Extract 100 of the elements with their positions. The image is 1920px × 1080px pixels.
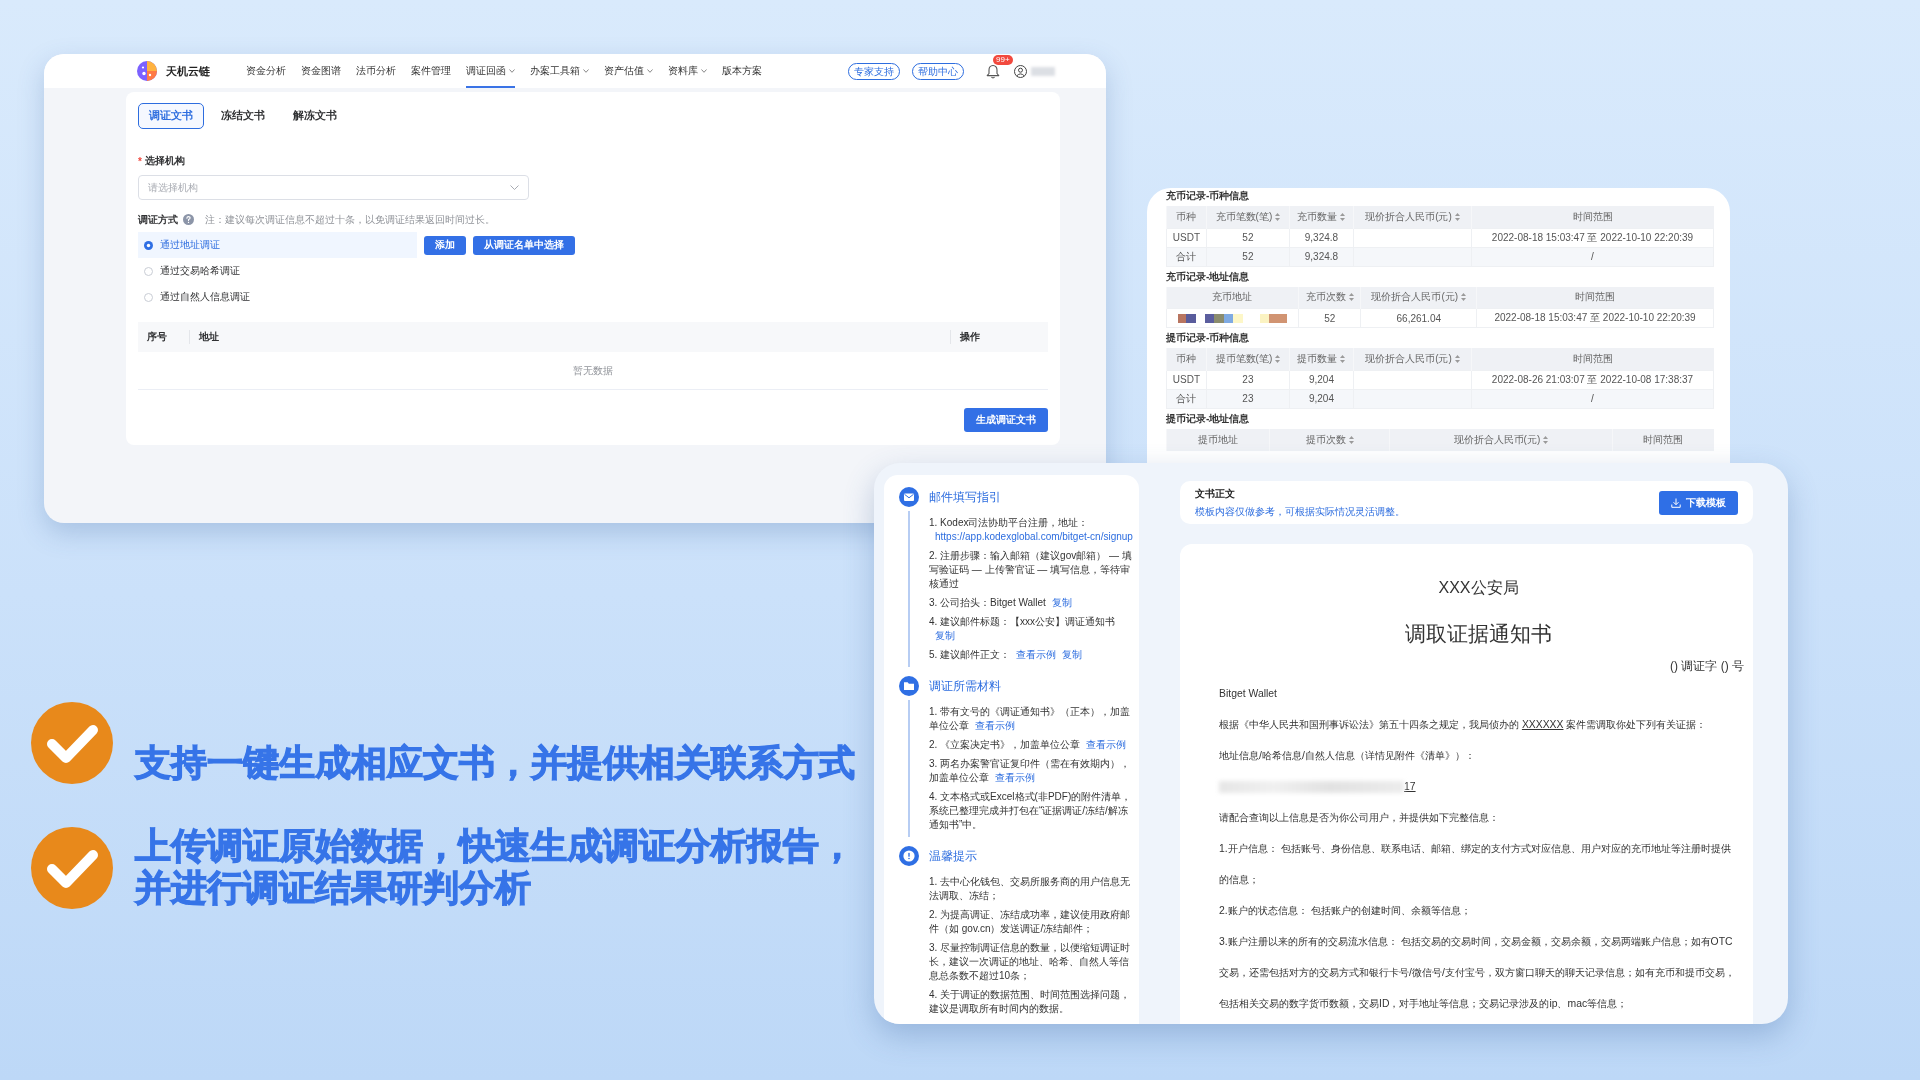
user-avatar-icon[interactable] <box>1014 64 1027 78</box>
nav-item[interactable]: 案件管理 <box>411 54 451 88</box>
radio-option[interactable]: 通过交易哈希调证 <box>138 258 417 284</box>
column-header: 充币地址 <box>1212 290 1253 305</box>
field-label: 调证方式 <box>138 212 178 227</box>
text-link[interactable]: 复制 <box>935 630 955 641</box>
help-icon[interactable] <box>183 214 194 225</box>
sort-icon[interactable] <box>1275 354 1281 363</box>
sort-icon[interactable] <box>1454 354 1460 363</box>
column-header: 提币数量 <box>1297 351 1338 366</box>
folder-icon <box>899 676 919 696</box>
recipient-name: Bitget Wallet <box>1219 687 1278 701</box>
section-title: 充币记录-地址信息 <box>1166 269 1251 284</box>
text-link[interactable]: 查看示例 <box>975 720 1015 731</box>
sort-icon[interactable] <box>1461 293 1467 302</box>
table-cell: 23 <box>1206 370 1290 389</box>
sort-icon[interactable] <box>1543 435 1549 444</box>
section-title: 提币记录-币种信息 <box>1166 331 1251 345</box>
download-button[interactable]: 下载模板 <box>1659 490 1738 515</box>
text-link[interactable]: 查看示例 <box>995 772 1035 783</box>
table-cell: USDT <box>1166 370 1207 389</box>
column-header: 现价折合人民币(元) <box>1453 432 1541 447</box>
nav-item[interactable]: 版本方案 <box>722 54 762 88</box>
action-button[interactable]: 添加 <box>424 235 466 255</box>
column-header: 提币次数 <box>1305 432 1346 447</box>
document-title: 调取证据通知书 <box>1404 621 1553 647</box>
sort-icon[interactable] <box>1348 293 1354 302</box>
guide-item-text: 4. 建议邮件标题：【xxx公安】调证通知书 复制 <box>929 615 1117 643</box>
nav-item[interactable]: 资金分析 <box>246 54 286 88</box>
sort-icon[interactable] <box>1275 212 1281 221</box>
radio-option[interactable]: 通过地址调证 <box>138 232 417 258</box>
nav-item[interactable]: 资产估值 <box>604 54 653 88</box>
select-field[interactable]: 请选择机构 <box>138 175 529 200</box>
document-paragraph: 根据《中华人民共和国刑事诉讼法》第五十四条之规定，我局侦办的 XXXXXX 案件需调取你处下列有关证据： <box>1219 718 1708 732</box>
document-paragraph: 请配合查询以上信息是否为你公司用户，并提供如下完整信息： <box>1219 811 1500 825</box>
section-title: 提币记录-地址信息 <box>1166 411 1251 426</box>
radio-icon[interactable] <box>144 240 153 250</box>
guide-item-text: 2. 《立案决定书》，加盖单位公章 查看示例 <box>929 738 1128 752</box>
tab[interactable]: 冻结文书 <box>210 103 276 129</box>
address-tail: 17 <box>1404 780 1416 794</box>
table-cell: 52 <box>1206 228 1290 247</box>
check-icon <box>31 702 113 784</box>
column-header: 时间范围 <box>1643 432 1684 447</box>
field-label: 选择机构 <box>144 154 185 168</box>
brand-name: 天机云链 <box>166 63 210 79</box>
column-header: 时间范围 <box>1572 209 1613 224</box>
nav-item[interactable]: 办案工具箱 <box>530 54 589 88</box>
nav-item[interactable]: 调证回函 <box>466 54 515 88</box>
radio-icon[interactable] <box>144 292 153 302</box>
column-header: 现价折合人民币(元) <box>1365 209 1452 224</box>
hint-text: 注：建议每次调证信息不超过十条，以免调证结果返回时间过长。 <box>205 212 495 227</box>
generate-button[interactable]: 生成调证文书 <box>964 408 1048 432</box>
table-cell: 9,324.8 <box>1289 228 1354 247</box>
header-button[interactable]: 帮助中心 <box>912 62 964 80</box>
download-icon <box>1671 497 1681 508</box>
guide-item-text: 2. 为提高调证、冻结成功率，建议使用政府邮件（如 gov.cn）发送调证/冻结邮件； <box>929 908 1132 936</box>
chevron-down-icon <box>510 185 519 190</box>
header-button[interactable]: 专家支持 <box>848 62 900 80</box>
bell-icon[interactable] <box>986 63 1000 79</box>
sort-icon[interactable] <box>1348 435 1354 444</box>
document-authority: XXX公安局 <box>1437 578 1520 598</box>
text-link[interactable]: 查看示例 <box>1086 739 1127 750</box>
column-header: 提币地址 <box>1197 432 1238 447</box>
guide-item-text: 4. 关于调证的数据范围、时间范围选择问题，建议是调取所有时间内的数据。 <box>929 988 1132 1016</box>
text-link[interactable]: 复制 <box>1051 597 1072 608</box>
nav-item[interactable]: 资料库 <box>668 54 707 88</box>
column-header: 充币次数 <box>1305 290 1346 305</box>
column-header: 地址 <box>198 330 220 344</box>
tab[interactable]: 调证文书 <box>138 103 204 129</box>
document-number: () 调证字 () 号 <box>1669 658 1744 675</box>
document-paragraph: 3.账户注册以来的所有的交易流水信息： 包括交易的交易时间，交易金额，交易余额，交易两端账户信息；如有OTC交易，还需包括对方的交易方式和银行卡号/微信号/支付宝号，双方窗口聊天的聊天记录信息；如有充币和提币交易，包括相关交易的数字货币数额，交易ID，对手地址等信息；交易记录涉及的ip、mac等信息； <box>1219 935 1736 1011</box>
guide-item-text: 3. 两名办案警官证复印件（需在有效期内），加盖单位公章 查看示例 <box>929 757 1132 785</box>
logo-icon[interactable] <box>137 61 157 81</box>
action-button[interactable]: 从调证名单中选择 <box>473 235 575 255</box>
exclamation-icon <box>899 846 919 866</box>
nav-item[interactable]: 法币分析 <box>356 54 396 88</box>
blurred-username <box>1031 66 1055 76</box>
sort-icon[interactable] <box>1340 212 1346 221</box>
column-header: 序号 <box>146 330 168 344</box>
sort-icon[interactable] <box>1454 212 1460 221</box>
card-title: 文书正文 <box>1195 486 1236 501</box>
document-paragraph: 2.账户的状态信息： 包括账户的创建时间、余额等信息； <box>1219 904 1472 918</box>
table-cell: 2022-08-18 15:03:47 至 2022-10-10 22:20:39 <box>1476 308 1714 328</box>
radio-option[interactable]: 通过自然人信息调证 <box>138 284 417 310</box>
text-link[interactable]: https://app.kodexglobal.com/bitget-cn/signup <box>935 531 1133 542</box>
text-link[interactable]: 复制 <box>1062 649 1083 660</box>
sort-icon[interactable] <box>1340 354 1346 363</box>
text-link[interactable]: 查看示例 <box>1016 649 1057 660</box>
table-cell: 66,261.04 <box>1360 308 1477 328</box>
table-cell: 2022-08-18 15:03:47 至 2022-10-10 22:20:39 <box>1471 228 1714 247</box>
column-header: 提币笔数(笔) <box>1215 351 1273 366</box>
section-title: 调证所需材料 <box>929 679 1002 694</box>
nav-item[interactable]: 资金图谱 <box>301 54 341 88</box>
guide-item-text: 3. 尽量控制调证信息的数量，以便缩短调证时长，建议一次调证的地址、哈希、自然人等信息总条数不超过10条； <box>929 941 1132 983</box>
hint-text: 模板内容仅做参考，可根据实际情况灵活调整。 <box>1195 504 1405 519</box>
guide-item-text: 2. 注册步骤：输入邮箱（建议gov邮箱） — 填写验证码 — 上传警官证 — 填写信息，等待审核通过 <box>929 549 1133 591</box>
column-header: 充币数量 <box>1297 209 1338 224</box>
radio-icon[interactable] <box>144 266 153 276</box>
tab[interactable]: 解冻文书 <box>282 103 348 129</box>
guide-item-text: 1. 带有文号的《调证通知书》（正本），加盖单位公章 查看示例 <box>929 705 1132 733</box>
